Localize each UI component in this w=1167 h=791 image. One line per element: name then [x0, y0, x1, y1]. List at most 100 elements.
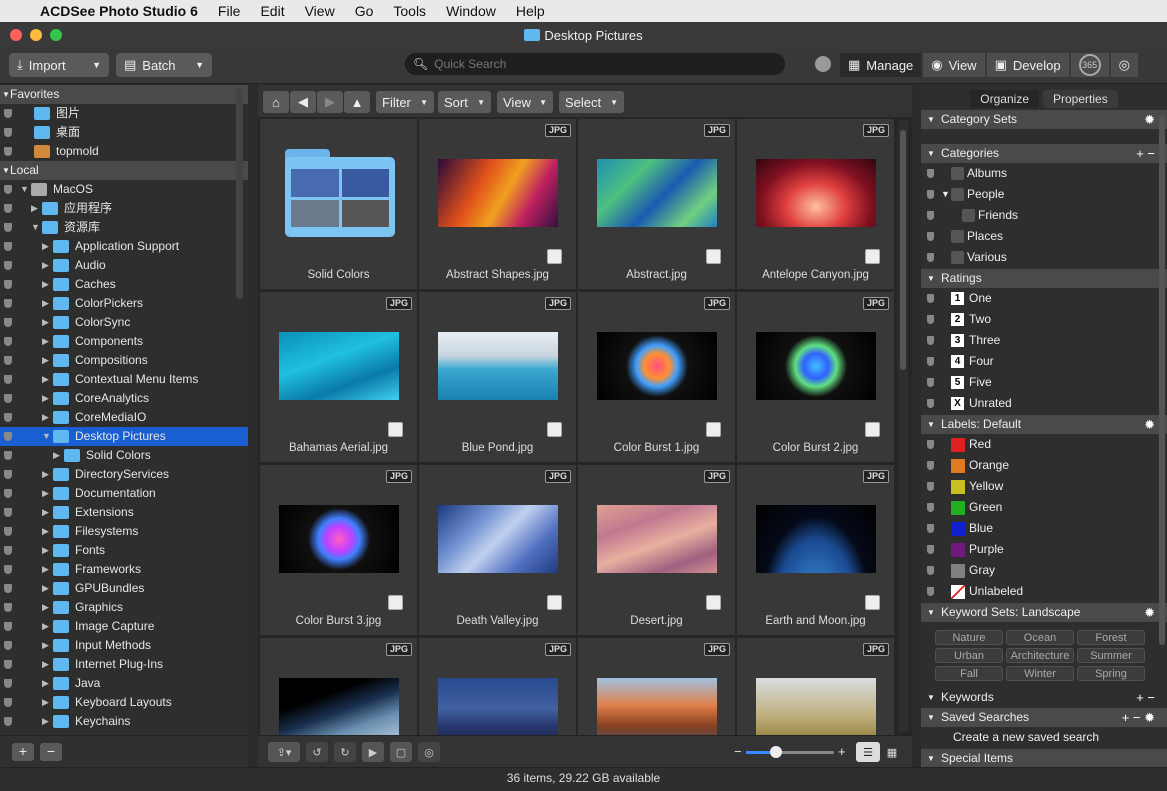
- label-item[interactable]: Gray: [921, 560, 1167, 581]
- rating-item[interactable]: 1 One: [921, 288, 1167, 309]
- folder-tree-item[interactable]: ▶ Filesystems: [0, 522, 248, 541]
- category-item[interactable]: ▼ People: [921, 184, 1167, 205]
- thumbnail-item[interactable]: JPG Death Valley.jpg: [419, 465, 576, 635]
- folder-tree-item[interactable]: ▶ CoreMediaIO: [0, 408, 248, 427]
- rating-item[interactable]: 2 Two: [921, 309, 1167, 330]
- organize-scrollbar[interactable]: [1159, 115, 1165, 645]
- home-icon[interactable]: ⌂: [263, 91, 289, 113]
- mode-365[interactable]: 365: [1070, 53, 1109, 77]
- gear-icon[interactable]: ✹: [1144, 110, 1155, 129]
- map-icon[interactable]: ◎: [418, 742, 440, 762]
- zoom-window-button[interactable]: [50, 29, 62, 41]
- category-checkbox[interactable]: [951, 230, 964, 243]
- select-checkbox[interactable]: [547, 249, 562, 264]
- select-checkbox[interactable]: [865, 422, 880, 437]
- folder-tree-item[interactable]: ▶ DirectoryServices: [0, 465, 248, 484]
- keyword-button[interactable]: Ocean: [1006, 630, 1074, 645]
- folder-tree-item[interactable]: ▶ CoreAnalytics: [0, 389, 248, 408]
- favorite-item[interactable]: 桌面: [0, 123, 248, 142]
- label-item[interactable]: Blue: [921, 518, 1167, 539]
- chevron-right-icon[interactable]: ▶: [42, 389, 49, 408]
- folder-tree-item[interactable]: ▶ 应用程序: [0, 199, 248, 218]
- zoom-out-icon[interactable]: −: [734, 744, 742, 759]
- mode-dashboard[interactable]: ◎: [1110, 53, 1138, 77]
- select-checkbox[interactable]: [388, 422, 403, 437]
- thumbnail-item[interactable]: JPG: [419, 638, 576, 735]
- folder-tree-item[interactable]: ▶ Documentation: [0, 484, 248, 503]
- chevron-right-icon[interactable]: ▶: [53, 446, 60, 465]
- view-button[interactable]: View ▼: [497, 91, 553, 113]
- chevron-down-icon[interactable]: ▼: [31, 218, 40, 237]
- keyword-sets-header[interactable]: Keyword Sets: Landscape✹: [921, 603, 1167, 622]
- select-checkbox[interactable]: [865, 249, 880, 264]
- add-remove-icons[interactable]: + −: [1136, 144, 1155, 163]
- folder-tree-item[interactable]: ▶ Internet Plug-Ins: [0, 655, 248, 674]
- add-remove-gear-icons[interactable]: + − ✹: [1122, 708, 1155, 727]
- category-item[interactable]: Friends: [921, 205, 1167, 226]
- menu-go[interactable]: Go: [355, 3, 374, 19]
- chevron-right-icon[interactable]: ▶: [42, 712, 49, 731]
- chevron-right-icon[interactable]: ▶: [42, 522, 49, 541]
- chevron-right-icon[interactable]: ▶: [42, 256, 49, 275]
- minimize-window-button[interactable]: [30, 29, 42, 41]
- chevron-right-icon[interactable]: ▶: [42, 503, 49, 522]
- menu-file[interactable]: File: [218, 3, 241, 19]
- label-item[interactable]: Green: [921, 497, 1167, 518]
- thumbnail-item[interactable]: JPG Antelope Canyon.jpg: [737, 119, 894, 289]
- folder-tree-item[interactable]: ▶ Application Support: [0, 237, 248, 256]
- file-list-scrollbar[interactable]: [898, 120, 908, 732]
- back-icon[interactable]: ◀: [290, 91, 316, 113]
- folder-tree-item[interactable]: ▶ Image Capture: [0, 617, 248, 636]
- label-item[interactable]: Orange: [921, 455, 1167, 476]
- label-item[interactable]: Purple: [921, 539, 1167, 560]
- category-item[interactable]: Various: [921, 247, 1167, 268]
- chevron-right-icon[interactable]: ▶: [42, 655, 49, 674]
- chevron-right-icon[interactable]: ▶: [31, 199, 38, 218]
- keyword-button[interactable]: Summer: [1077, 648, 1145, 663]
- keyword-button[interactable]: Spring: [1077, 666, 1145, 681]
- folder-tree-item[interactable]: ▶ Graphics: [0, 598, 248, 617]
- thumbnail-item[interactable]: JPG Blue Pond.jpg: [419, 292, 576, 462]
- thumbnail-item[interactable]: JPG Abstract.jpg: [578, 119, 735, 289]
- rating-item[interactable]: 4 Four: [921, 351, 1167, 372]
- folder-tree-item[interactable]: ▶ Keyboard Layouts: [0, 693, 248, 712]
- chevron-right-icon[interactable]: ▶: [42, 484, 49, 503]
- zoom-in-icon[interactable]: +: [838, 744, 846, 759]
- labels-header[interactable]: Labels: Default✹: [921, 415, 1167, 434]
- folder-tree-item[interactable]: ▶ Components: [0, 332, 248, 351]
- keyword-button[interactable]: Winter: [1006, 666, 1074, 681]
- user-icon[interactable]: [815, 56, 831, 72]
- label-item[interactable]: Red: [921, 434, 1167, 455]
- folder-tree-item[interactable]: ▶ ColorPickers: [0, 294, 248, 313]
- label-item[interactable]: Unlabeled: [921, 581, 1167, 602]
- select-checkbox[interactable]: [547, 422, 562, 437]
- keyword-button[interactable]: Urban: [935, 648, 1003, 663]
- rotate-left-icon[interactable]: ↺: [306, 742, 328, 762]
- select-checkbox[interactable]: [388, 595, 403, 610]
- forward-icon[interactable]: ▶: [317, 91, 343, 113]
- favorites-header[interactable]: Favorites: [0, 85, 248, 104]
- thumbnail-item[interactable]: JPG Color Burst 2.jpg: [737, 292, 894, 462]
- folder-tree-item[interactable]: ▶ Java: [0, 674, 248, 693]
- create-saved-search[interactable]: Create a new saved search: [921, 727, 1167, 748]
- folder-tree-item[interactable]: ▶ Extensions: [0, 503, 248, 522]
- category-item[interactable]: Albums: [921, 163, 1167, 184]
- folders-scrollbar[interactable]: [236, 89, 243, 299]
- tab-organize[interactable]: Organize: [970, 90, 1039, 108]
- menu-window[interactable]: Window: [446, 3, 496, 19]
- import-button[interactable]: ⤓ Import ▼: [9, 53, 109, 77]
- category-sets-header[interactable]: Category Sets✹: [921, 110, 1167, 129]
- chevron-right-icon[interactable]: ▶: [42, 237, 49, 256]
- thumbnail-item[interactable]: JPG Bahamas Aerial.jpg: [260, 292, 417, 462]
- tab-properties[interactable]: Properties: [1043, 90, 1118, 108]
- keyword-button[interactable]: Architecture: [1006, 648, 1074, 663]
- categories-header[interactable]: Categories+ −: [921, 144, 1167, 163]
- close-window-button[interactable]: [10, 29, 22, 41]
- select-checkbox[interactable]: [706, 249, 721, 264]
- up-icon[interactable]: ▲: [344, 91, 370, 113]
- chevron-down-icon[interactable]: ▼: [20, 180, 29, 199]
- thumbnail-item[interactable]: JPG Color Burst 3.jpg: [260, 465, 417, 635]
- gear-icon[interactable]: ✹: [1144, 603, 1155, 622]
- folder-tree-item[interactable]: ▶ Compositions: [0, 351, 248, 370]
- menu-view[interactable]: View: [305, 3, 335, 19]
